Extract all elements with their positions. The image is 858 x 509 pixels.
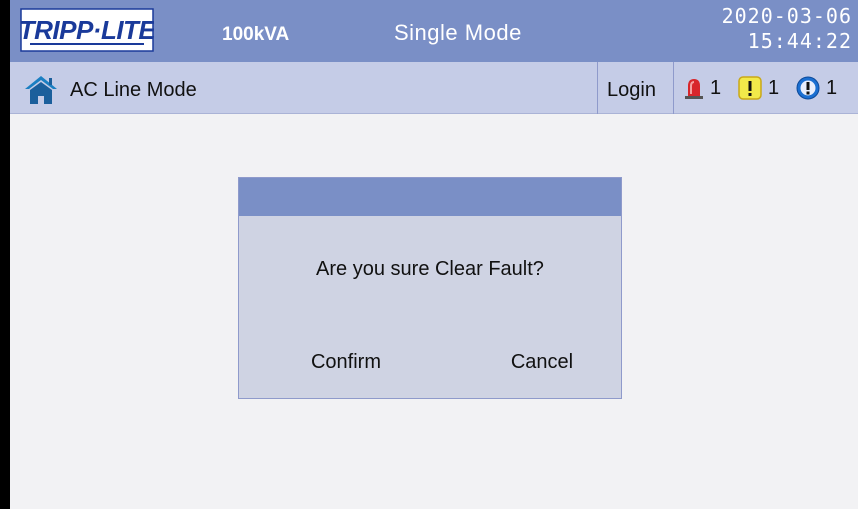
home-icon[interactable] bbox=[23, 74, 59, 106]
status-bar: AC Line Mode Login 1 1 1 bbox=[10, 62, 858, 114]
info-count: 1 bbox=[826, 76, 838, 99]
info-alarm-indicator[interactable]: 1 bbox=[796, 76, 837, 100]
svg-text:TRIPP·LITE: TRIPP·LITE bbox=[20, 15, 154, 45]
info-icon bbox=[796, 76, 820, 100]
mode-title: Single Mode bbox=[394, 20, 522, 45]
fault-count: 1 bbox=[710, 76, 722, 99]
fault-alarm-indicator[interactable]: 1 bbox=[684, 76, 721, 100]
clear-fault-dialog: Are you sure Clear Fault? Confirm Cancel bbox=[238, 177, 622, 399]
brand-logo: TRIPP·LITE bbox=[20, 6, 154, 54]
datetime: 2020-03-06 15:44:22 bbox=[722, 4, 852, 54]
top-bar: TRIPP·LITE 100kVA Single Mode 2020-03-06… bbox=[10, 0, 858, 62]
login-button[interactable]: Login bbox=[607, 79, 656, 102]
warning-count: 1 bbox=[768, 76, 780, 99]
operating-mode-text: AC Line Mode bbox=[70, 79, 197, 101]
screen: TRIPP·LITE 100kVA Single Mode 2020-03-06… bbox=[0, 0, 858, 509]
siren-icon bbox=[685, 79, 703, 99]
dialog-message: Are you sure Clear Fault? bbox=[316, 258, 544, 280]
date-text: 2020-03-06 bbox=[721, 4, 852, 28]
capacity-label: 100kVA bbox=[222, 24, 290, 45]
warning-alarm-indicator[interactable]: 1 bbox=[738, 76, 779, 100]
confirm-button[interactable]: Confirm bbox=[291, 346, 401, 378]
warning-icon bbox=[738, 76, 762, 100]
display-panel: TRIPP·LITE 100kVA Single Mode 2020-03-06… bbox=[10, 0, 858, 509]
dialog-header bbox=[239, 178, 621, 216]
cancel-button[interactable]: Cancel bbox=[487, 346, 597, 378]
divider bbox=[597, 62, 598, 114]
divider bbox=[673, 62, 674, 114]
time-text: 15:44:22 bbox=[747, 29, 852, 53]
